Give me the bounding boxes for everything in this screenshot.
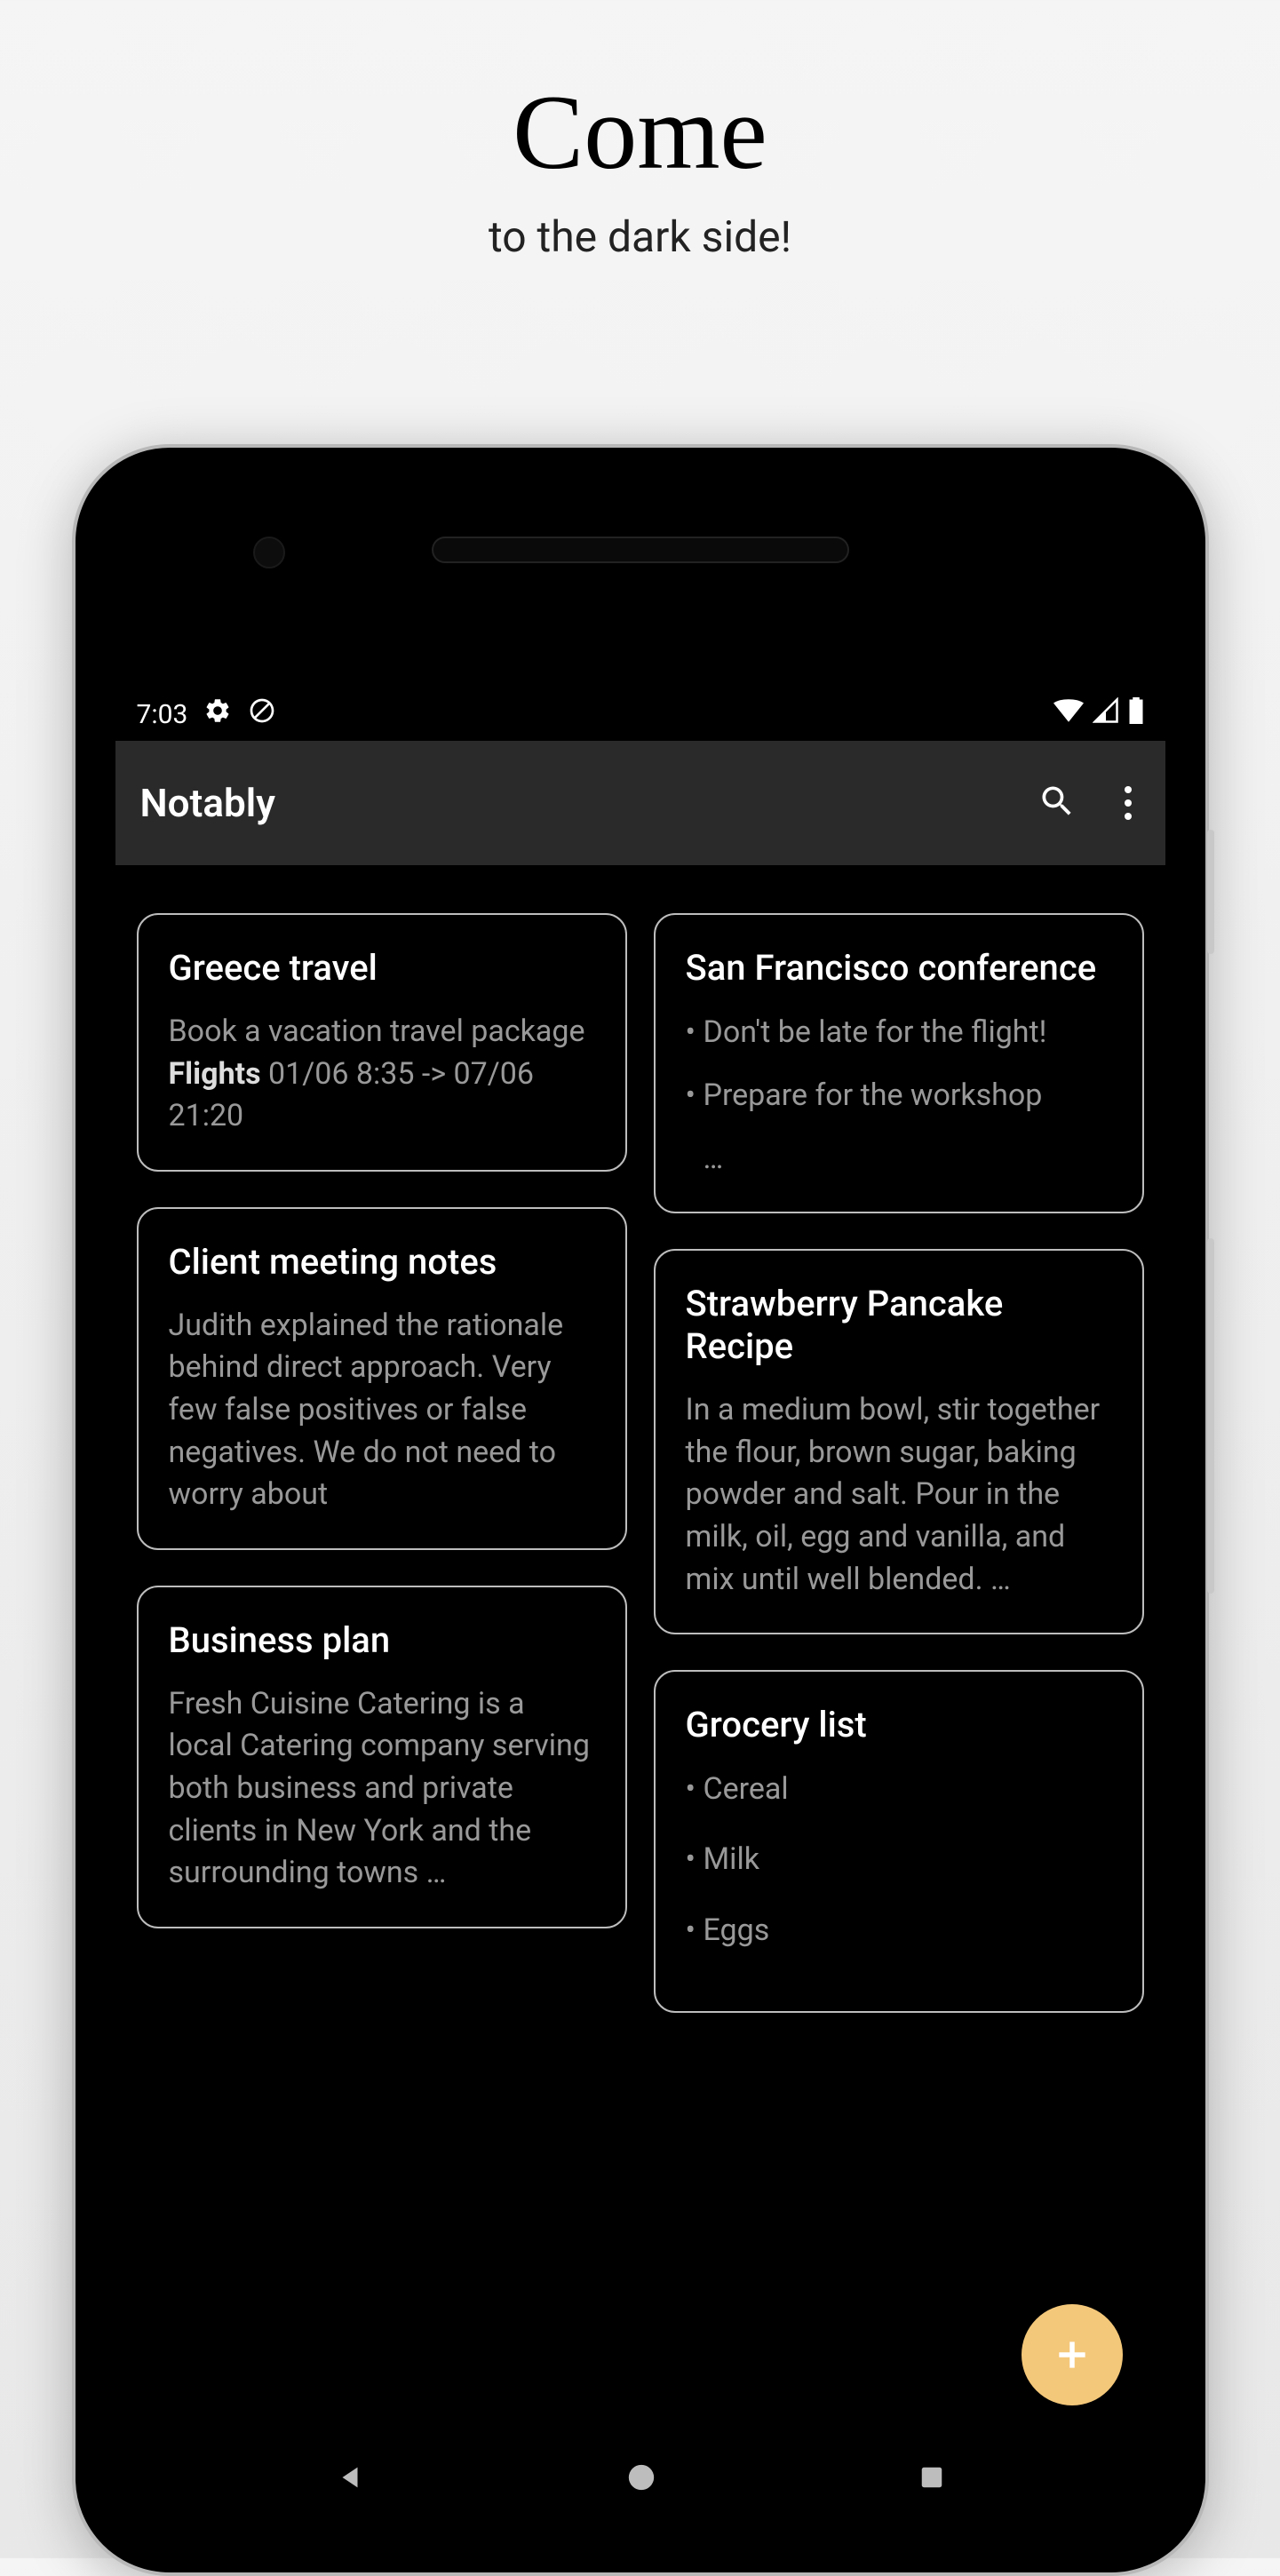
note-card[interactable]: Grocery list Cereal Milk Eggs — [654, 1670, 1144, 2013]
note-card[interactable]: Client meeting notes Judith explained th… — [137, 1207, 627, 1550]
phone-screen: 7:03 Notably — [115, 688, 1165, 2528]
note-body: Cereal Milk Eggs — [686, 1768, 1112, 1952]
list-item: Eggs — [686, 1909, 1112, 1952]
note-card[interactable]: Business plan Fresh Cuisine Catering is … — [137, 1586, 627, 1928]
nav-home-button[interactable] — [626, 2462, 656, 2496]
note-body: Book a vacation travel package Flights 0… — [169, 1011, 595, 1138]
hero-title: Come — [0, 71, 1280, 194]
app-title: Notably — [140, 780, 1038, 826]
notes-col-left: Greece travel Book a vacation travel pac… — [137, 913, 627, 2430]
notes-col-right: San Francisco conference Don't be late f… — [654, 913, 1144, 2430]
note-body: Fresh Cuisine Catering is a local Cateri… — [169, 1683, 595, 1895]
note-title: Greece travel — [169, 947, 595, 990]
status-time: 7:03 — [137, 699, 188, 730]
wifi-icon — [1053, 697, 1084, 731]
signal-icon — [1093, 697, 1119, 731]
list-item: Cereal — [686, 1768, 1112, 1811]
note-title: Client meeting notes — [169, 1241, 595, 1284]
nav-back-button[interactable] — [335, 2461, 365, 2498]
note-title: Business plan — [169, 1619, 595, 1662]
note-trail: … — [686, 1138, 1112, 1181]
note-card[interactable]: Greece travel Book a vacation travel pac… — [137, 913, 627, 1172]
search-button[interactable] — [1038, 782, 1077, 824]
list-item: Milk — [686, 1838, 1112, 1881]
note-card[interactable]: Strawberry Pancake Recipe In a medium bo… — [654, 1249, 1144, 1634]
more-button[interactable] — [1116, 781, 1141, 825]
android-nav-bar — [115, 2430, 1165, 2528]
note-title: San Francisco conference — [686, 947, 1112, 990]
hero-subtitle: to the dark side! — [0, 211, 1280, 262]
note-title: Strawberry Pancake Recipe — [686, 1283, 1112, 1368]
nav-recent-button[interactable] — [918, 2464, 945, 2494]
app-bar: Notably — [115, 741, 1165, 865]
gear-icon — [203, 696, 232, 732]
note-body: Judith explained the rationale behind di… — [169, 1305, 595, 1516]
hero: Come to the dark side! — [0, 0, 1280, 262]
note-card[interactable]: San Francisco conference Don't be late f… — [654, 913, 1144, 1213]
battery-icon — [1128, 697, 1144, 731]
note-body: Don't be late for the flight! Prepare fo… — [686, 1011, 1112, 1118]
status-bar: 7:03 — [115, 688, 1165, 741]
note-title: Grocery list — [686, 1704, 1112, 1746]
add-note-fab[interactable] — [1022, 2304, 1123, 2405]
notes-grid: Greece travel Book a vacation travel pac… — [115, 865, 1165, 2430]
dnd-icon — [248, 696, 276, 732]
phone-frame: 7:03 Notably — [72, 444, 1209, 2576]
list-item: Don't be late for the flight! — [686, 1011, 1112, 1054]
list-item: Prepare for the workshop — [686, 1074, 1112, 1117]
note-body: In a medium bowl, stir together the flou… — [686, 1389, 1112, 1601]
phone-speaker — [432, 537, 849, 563]
phone-camera — [253, 537, 285, 568]
